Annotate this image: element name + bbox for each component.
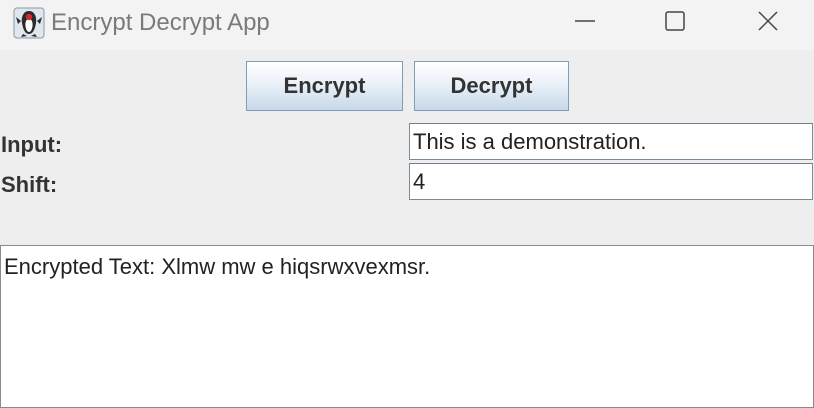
- shift-field[interactable]: [409, 163, 813, 200]
- window-title: Encrypt Decrypt App: [51, 9, 270, 36]
- encrypt-button[interactable]: Encrypt: [246, 61, 403, 111]
- maximize-button[interactable]: [652, 0, 698, 46]
- minimize-icon: [574, 10, 596, 37]
- input-label: Input:: [1, 132, 63, 157]
- shift-label: Shift:: [1, 172, 58, 197]
- input-field[interactable]: [409, 123, 813, 160]
- decrypt-button[interactable]: Decrypt: [414, 61, 569, 111]
- output-text: Encrypted Text: Xlmw mw e hiqsrwxvexmsr.: [4, 254, 431, 279]
- title-bar[interactable]: Encrypt Decrypt App: [0, 0, 814, 50]
- java-duke-icon: [13, 7, 45, 39]
- output-text-area[interactable]: Encrypted Text: Xlmw mw e hiqsrwxvexmsr.: [0, 245, 814, 408]
- minimize-button[interactable]: [562, 0, 608, 46]
- maximize-icon: [664, 10, 686, 37]
- close-icon: [757, 10, 779, 37]
- close-button[interactable]: [745, 0, 791, 46]
